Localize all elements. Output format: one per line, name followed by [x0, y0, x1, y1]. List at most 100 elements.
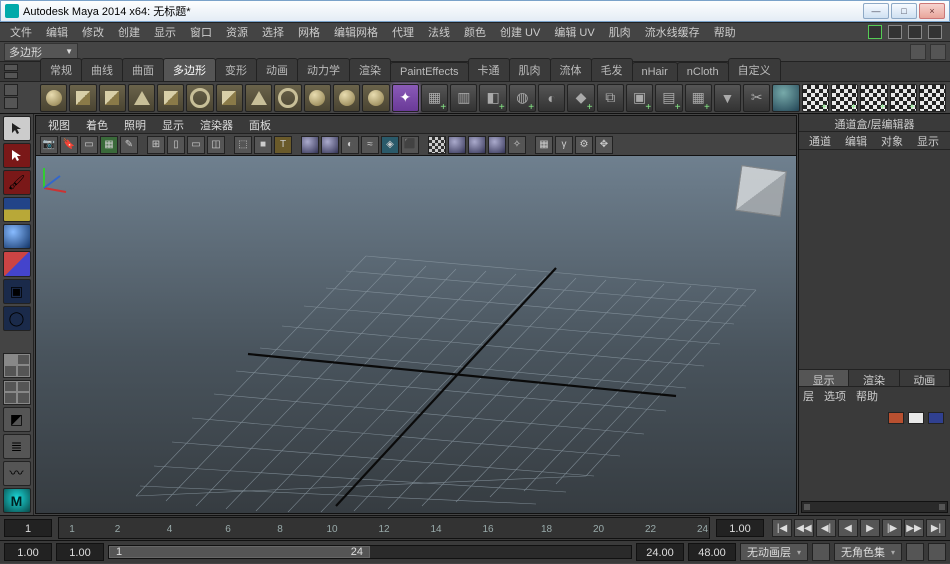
tool-rotate-icon[interactable] [3, 224, 31, 249]
shelf-prism-icon[interactable] [216, 84, 243, 112]
shelf-cone-icon[interactable] [128, 84, 155, 112]
vp-xray-icon[interactable]: ◈ [381, 136, 399, 154]
layer-menu-help[interactable]: 帮助 [856, 388, 878, 404]
tool-scale-icon[interactable] [3, 251, 31, 276]
shelf-append-icon[interactable]: ▣ [626, 84, 653, 112]
vp-image-plane-icon[interactable]: ▭ [80, 136, 98, 154]
range-slider[interactable]: 1 24 [108, 545, 632, 559]
status-icon[interactable] [930, 44, 946, 60]
menu-select[interactable]: 选择 [256, 22, 290, 42]
shelf-tab-surfaces[interactable]: 曲面 [122, 58, 164, 81]
range-end-inner-field[interactable]: 24.00 [636, 543, 684, 561]
menu-mesh[interactable]: 网格 [292, 22, 326, 42]
vp-isolate-icon[interactable]: ⬛ [401, 136, 419, 154]
toggle-corner-icon[interactable] [868, 25, 882, 39]
vp-shaded-icon[interactable]: ■ [254, 136, 272, 154]
shelf-uv-auto-icon[interactable] [890, 84, 917, 112]
range-end-outer-field[interactable]: 48.00 [688, 543, 736, 561]
shelf-tab-muscle[interactable]: 肌肉 [509, 58, 551, 81]
timeline-start-field[interactable]: 1 [4, 519, 52, 537]
menu-modify[interactable]: 修改 [76, 22, 110, 42]
shelf-split-icon[interactable]: ✂ [743, 84, 770, 112]
menu-create[interactable]: 创建 [112, 22, 146, 42]
shelf-bridge-icon[interactable]: ⧉ [597, 84, 624, 112]
shelf-combine-icon[interactable]: ▦ [421, 84, 448, 112]
persp-viewport[interactable] [36, 156, 796, 513]
range-start-inner-field[interactable]: 1.00 [56, 543, 104, 561]
shelf-tab-general[interactable]: 常规 [40, 58, 82, 81]
play-key-back-icon[interactable]: ◀| [816, 519, 836, 537]
status-icon[interactable] [910, 44, 926, 60]
layout-single-icon[interactable] [3, 353, 31, 378]
vp-checker-icon[interactable] [428, 136, 446, 154]
toggle-layout3-icon[interactable] [928, 25, 942, 39]
window-close-button[interactable]: × [919, 3, 945, 19]
menu-muscle[interactable]: 肌肉 [603, 22, 637, 42]
shelf-cube-icon[interactable] [69, 84, 96, 112]
view-cube-icon[interactable] [735, 165, 787, 217]
menu-createuv[interactable]: 创建 UV [494, 22, 546, 42]
range-thumb[interactable]: 1 24 [109, 546, 370, 558]
menu-file[interactable]: 文件 [4, 22, 38, 42]
vp-grid-icon[interactable]: ⊞ [147, 136, 165, 154]
shelf-smooth-icon[interactable]: ◍ [509, 84, 536, 112]
vp-2d-pan-icon[interactable]: ▦ [100, 136, 118, 154]
shelf-tab-scroll-down-icon[interactable] [4, 72, 18, 79]
shelf-tab-dynamics[interactable]: 动力学 [297, 58, 350, 81]
layout-outliner-icon[interactable]: ≣ [3, 434, 31, 459]
shelf-bevel-icon[interactable]: ◆ [567, 84, 594, 112]
cb-menu-object[interactable]: 对象 [875, 132, 909, 150]
play-key-fwd-icon[interactable]: |▶ [882, 519, 902, 537]
character-set-dropdown[interactable]: 无角色集 [834, 543, 902, 561]
vp-lights-icon[interactable] [301, 136, 319, 154]
shelf-soccer-icon[interactable] [333, 84, 360, 112]
menu-edit[interactable]: 编辑 [40, 22, 74, 42]
vp-motion-blur-icon[interactable]: ≈ [361, 136, 379, 154]
shelf-tab-painteffects[interactable]: PaintEffects [390, 62, 469, 81]
shelf-tab-curves[interactable]: 曲线 [81, 58, 123, 81]
shelf-uv-cyl-icon[interactable] [831, 84, 858, 112]
vp-ssao-icon[interactable] [488, 136, 506, 154]
tool-paint-icon[interactable]: 🖌 [3, 170, 31, 195]
vp-film-gate-icon[interactable]: ▯ [167, 136, 185, 154]
vp-wireframe-icon[interactable]: ⬚ [234, 136, 252, 154]
play-step-fwd-icon[interactable]: ▶▶ [904, 519, 924, 537]
key-icon[interactable] [906, 543, 924, 561]
menu-assets[interactable]: 资源 [220, 22, 254, 42]
menu-editmesh[interactable]: 编辑网格 [328, 22, 384, 42]
layer-swatch-icon[interactable] [928, 412, 944, 424]
tool-select-icon[interactable] [3, 116, 31, 141]
shelf-tab-custom[interactable]: 自定义 [728, 58, 781, 81]
menu-proxy[interactable]: 代理 [386, 22, 420, 42]
shelf-tab-fur[interactable]: 毛发 [591, 58, 633, 81]
shelf-separate-icon[interactable]: ▥ [450, 84, 477, 112]
vp-renderer-icon[interactable]: ⚙ [575, 136, 593, 154]
layout-four-icon[interactable] [3, 380, 31, 405]
play-reverse-icon[interactable]: ◀ [838, 519, 858, 537]
shelf-collapse-icon[interactable]: ▼ [714, 84, 741, 112]
shelf-tab-nhair[interactable]: nHair [632, 62, 678, 81]
vp-shadows-icon[interactable] [321, 136, 339, 154]
shelf-pipe-icon[interactable] [274, 84, 301, 112]
tool-move-icon[interactable] [3, 197, 31, 222]
vp-menu-lighting[interactable]: 照明 [118, 116, 152, 134]
cb-menu-channels[interactable]: 通道 [803, 132, 837, 150]
layer-swatch-icon[interactable] [908, 412, 924, 424]
vp-expose-icon[interactable]: ▦ [535, 136, 553, 154]
menu-edituv[interactable]: 编辑 UV [548, 22, 600, 42]
vp-menu-shading[interactable]: 着色 [80, 116, 114, 134]
current-frame-field[interactable]: 1.00 [716, 519, 764, 537]
tool-manip-icon[interactable]: ▣ [3, 279, 31, 304]
cb-menu-show[interactable]: 显示 [911, 132, 945, 150]
shelf-cylinder-icon[interactable] [99, 84, 126, 112]
layout-persp-icon[interactable]: ◩ [3, 407, 31, 432]
menu-display[interactable]: 显示 [148, 22, 182, 42]
play-go-start-icon[interactable]: |◀ [772, 519, 792, 537]
vp-select-cam-icon[interactable]: 📷 [40, 136, 58, 154]
range-start-outer-field[interactable]: 1.00 [4, 543, 52, 561]
layer-tab-render[interactable]: 渲染 [849, 370, 899, 386]
play-forward-icon[interactable]: ▶ [860, 519, 880, 537]
tool-lasso-icon[interactable] [3, 143, 31, 168]
menu-normals[interactable]: 法线 [422, 22, 456, 42]
tool-soft-icon[interactable]: ◯ [3, 306, 31, 331]
